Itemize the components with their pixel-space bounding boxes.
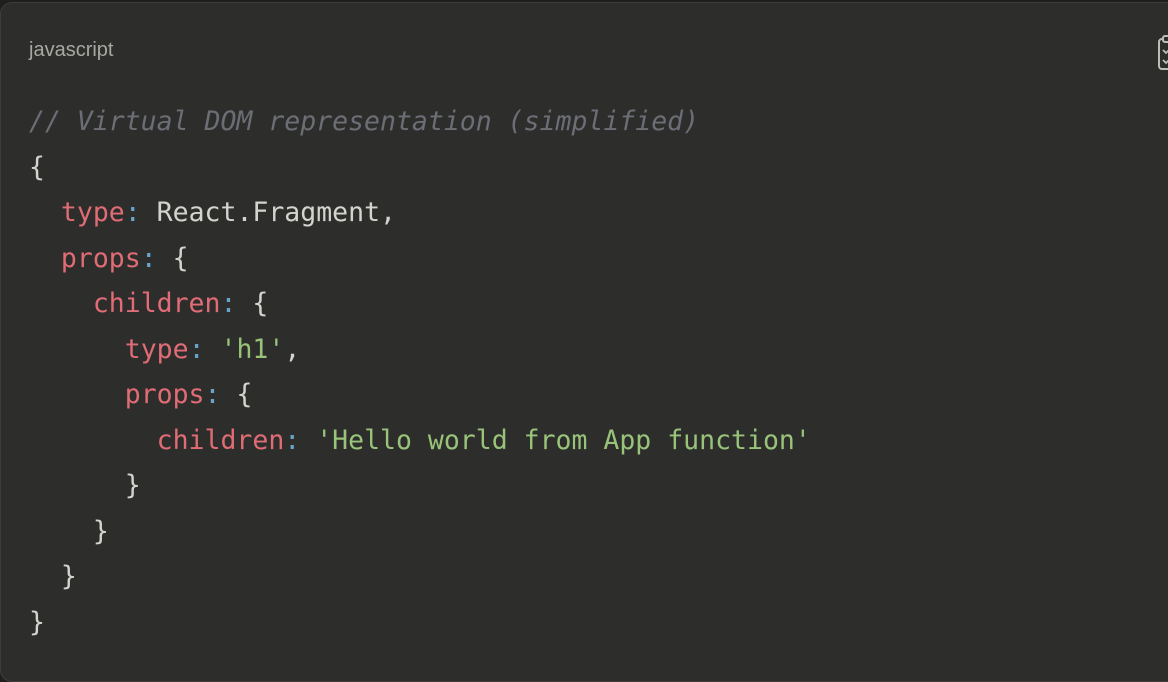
code-token: children — [92, 288, 221, 319]
code-token: { — [156, 242, 189, 274]
code-token: , — [284, 333, 301, 365]
code-token: React.Fragment, — [140, 197, 396, 228]
clipboard-icon — [1158, 35, 1168, 70]
code-token: } — [29, 561, 77, 592]
code-token: { — [220, 379, 253, 410]
code-token: { — [29, 151, 45, 183]
code-token: children — [156, 424, 285, 456]
code-line: type: React.Fragment, — [29, 190, 811, 236]
code-line: props: { — [29, 236, 811, 282]
code-content: // Virtual DOM representation (simplifie… — [29, 99, 811, 645]
code-token: : — [124, 197, 141, 228]
language-label: javascript — [29, 39, 114, 61]
code-line: type: 'h1', — [29, 327, 811, 373]
code-line: children: { — [29, 281, 811, 327]
code-line: } — [29, 600, 811, 646]
code-token: // Virtual DOM representation (simplifie… — [29, 106, 700, 137]
code-block: javascript // Virtual DOM representation… — [0, 2, 1168, 682]
code-line: } — [29, 509, 811, 555]
code-line: } — [29, 463, 811, 509]
code-token: props — [60, 242, 141, 274]
code-token: props — [124, 379, 205, 410]
code-token: } — [29, 606, 45, 638]
code-token: 'h1' — [220, 333, 285, 365]
code-token: 'Hello world from App function' — [316, 424, 811, 456]
code-token: : — [140, 242, 157, 274]
code-token: { — [236, 288, 269, 319]
code-line: { — [29, 145, 811, 191]
code-token: } — [29, 515, 109, 547]
code-token: type — [60, 197, 125, 228]
code-token: : — [204, 379, 221, 410]
code-token: } — [29, 470, 141, 501]
code-token: type — [124, 333, 189, 365]
code-line: children: 'Hello world from App function… — [29, 418, 811, 464]
code-token: : — [220, 288, 237, 319]
code-token: : — [284, 424, 301, 456]
copy-code-button[interactable] — [1151, 33, 1168, 73]
code-line: props: { — [29, 372, 811, 418]
code-line: } — [29, 554, 811, 600]
code-line: // Virtual DOM representation (simplifie… — [29, 99, 811, 145]
code-token: : — [188, 333, 205, 365]
